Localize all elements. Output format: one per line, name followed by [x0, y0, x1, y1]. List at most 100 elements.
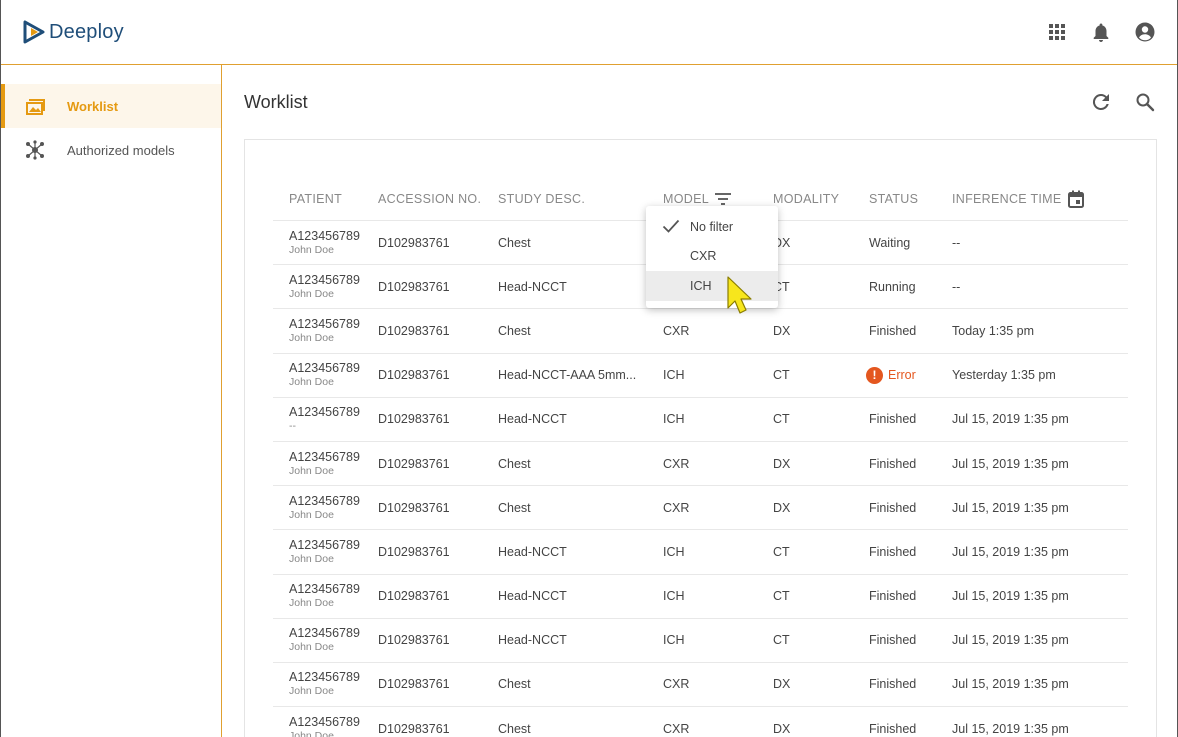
- patient-name: John Doe: [289, 552, 334, 565]
- page-title: Worklist: [244, 92, 308, 112]
- patient-id: A123456789: [289, 405, 360, 420]
- model-cell: ICH: [663, 544, 685, 559]
- patient-cell: A123456789 John Doe: [273, 582, 378, 610]
- table-row[interactable]: A123456789 John Doe D102983761 Head-NCCT-AA…: [273, 354, 1128, 398]
- status-cell: Finished: [869, 633, 917, 648]
- patient-cell: A123456789 John Doe: [273, 715, 378, 737]
- sidebar-item-label: Worklist: [67, 98, 119, 114]
- accession-cell: D102983761: [378, 589, 450, 604]
- filter-option-label: ICH: [690, 278, 712, 293]
- header-study[interactable]: STUDY DESC.: [498, 192, 663, 206]
- patient-name: --: [289, 420, 296, 433]
- inference-time-cell: Jul 15, 2019 1:35 pm: [952, 633, 1069, 648]
- patient-id: A123456789: [289, 272, 360, 287]
- patient-cell: A123456789 John Doe: [273, 229, 378, 257]
- status-cell: Finished: [869, 323, 917, 338]
- patient-name: John Doe: [289, 597, 334, 610]
- search-icon[interactable]: [1135, 92, 1155, 112]
- patient-name: John Doe: [289, 376, 334, 389]
- patient-cell: A123456789 John Doe: [273, 538, 378, 566]
- header-status[interactable]: STATUS: [869, 192, 952, 206]
- inference-time-cell: --: [952, 279, 961, 294]
- header-accession[interactable]: ACCESSION NO.: [378, 192, 498, 206]
- study-cell: Head-NCCT: [498, 589, 567, 604]
- header-inference-time[interactable]: INFERENCE TIME: [952, 190, 1128, 208]
- patient-id: A123456789: [289, 449, 360, 464]
- header-inference-label: INFERENCE TIME: [952, 192, 1062, 206]
- patient-cell: A123456789 John Doe: [273, 450, 378, 478]
- patient-cell: A123456789 John Doe: [273, 494, 378, 522]
- table-row[interactable]: A123456789 John Doe D102983761 Head-NCCT ICH…: [273, 619, 1128, 663]
- accession-cell: D102983761: [378, 368, 450, 383]
- filter-icon[interactable]: [714, 193, 731, 205]
- accession-cell: D102983761: [378, 323, 450, 338]
- patient-id: A123456789: [289, 493, 360, 508]
- table-row[interactable]: A123456789 John Doe D102983761 Chest CXR DX Fi…: [273, 486, 1128, 531]
- calendar-icon[interactable]: [1067, 190, 1084, 208]
- table-row[interactable]: A123456789 John Doe D102983761 Chest CXR DX Fi…: [273, 663, 1128, 708]
- sidebar-item-label: Authorized models: [67, 142, 175, 158]
- patient-name: John Doe: [289, 243, 334, 256]
- account-icon[interactable]: [1135, 22, 1155, 42]
- header-modality[interactable]: MODALITY: [773, 192, 869, 206]
- filter-option-label: CXR: [690, 249, 717, 264]
- status-cell: Finished: [869, 500, 917, 515]
- status-error: ! Error: [866, 366, 916, 384]
- table-row[interactable]: A123456789 John Doe D102983761 Chest CXR DX Fi…: [273, 309, 1128, 354]
- accession-cell: D102983761: [378, 544, 450, 559]
- inference-time-cell: Jul 15, 2019 1:35 pm: [952, 721, 1069, 736]
- sidebar-item-authorized-models[interactable]: Authorized models: [1, 128, 221, 172]
- modality-cell: DX: [773, 500, 791, 515]
- patient-id: A123456789: [289, 626, 360, 641]
- filter-option-no-filter[interactable]: No filter: [646, 212, 778, 242]
- study-cell: Chest: [498, 500, 531, 515]
- app-logo[interactable]: Deeploy: [23, 20, 124, 44]
- inference-time-cell: Jul 15, 2019 1:35 pm: [952, 589, 1069, 604]
- status-cell: Finished: [869, 721, 917, 736]
- model-filter-menu: No filter CXR ICH: [646, 206, 778, 308]
- accession-cell: D102983761: [378, 279, 450, 294]
- patient-cell: A123456789 John Doe: [273, 626, 378, 654]
- study-cell: Head-NCCT: [498, 412, 567, 427]
- header-model[interactable]: MODEL: [663, 192, 773, 206]
- status-cell: Waiting: [869, 235, 911, 250]
- modality-cell: CT: [773, 368, 790, 383]
- model-cell: CXR: [663, 500, 690, 515]
- model-cell: CXR: [663, 677, 690, 692]
- inference-time-cell: Jul 15, 2019 1:35 pm: [952, 544, 1069, 559]
- patient-id: A123456789: [289, 714, 360, 729]
- patient-id: A123456789: [289, 316, 360, 331]
- models-icon: [26, 140, 44, 160]
- inference-time-cell: Jul 15, 2019 1:35 pm: [952, 412, 1069, 427]
- inference-time-cell: Jul 15, 2019 1:35 pm: [952, 677, 1069, 692]
- check-icon: [662, 219, 680, 233]
- accession-cell: D102983761: [378, 677, 450, 692]
- app-window: Deeploy Worklist Authorized models Workl…: [0, 0, 1178, 737]
- accession-cell: D102983761: [378, 412, 450, 427]
- accession-cell: D102983761: [378, 235, 450, 250]
- accession-cell: D102983761: [378, 633, 450, 648]
- table-row[interactable]: A123456789 John Doe D102983761 Chest CXR DX Fi…: [273, 707, 1128, 737]
- filter-option-cxr[interactable]: CXR: [646, 242, 778, 272]
- modality-cell: DX: [773, 235, 791, 250]
- table-row[interactable]: A123456789 John Doe D102983761 Head-NCCT ICH…: [273, 575, 1128, 619]
- table-row[interactable]: A123456789 John Doe D102983761 Head-NCCT ICH…: [273, 530, 1128, 575]
- mouse-cursor-icon: [727, 276, 752, 314]
- refresh-icon[interactable]: [1091, 92, 1111, 112]
- accession-cell: D102983761: [378, 456, 450, 471]
- bell-icon[interactable]: [1091, 22, 1111, 42]
- study-cell: Chest: [498, 456, 531, 471]
- table-row[interactable]: A123456789 -- D102983761 Head-NCCT ICH CT Fini…: [273, 398, 1128, 442]
- table-row[interactable]: A123456789 John Doe D102983761 Chest CXR DX Fi…: [273, 442, 1128, 487]
- filter-option-ich[interactable]: ICH: [646, 271, 778, 301]
- model-cell: ICH: [663, 633, 685, 648]
- patient-id: A123456789: [289, 361, 360, 376]
- apps-grid-icon[interactable]: [1047, 22, 1067, 42]
- modality-cell: CT: [773, 633, 790, 648]
- header-patient[interactable]: PATIENT: [273, 192, 378, 206]
- sidebar-item-worklist[interactable]: Worklist: [1, 84, 221, 128]
- patient-name: John Doe: [289, 729, 334, 737]
- inference-time-cell: Jul 15, 2019 1:35 pm: [952, 500, 1069, 515]
- study-cell: Head-NCCT: [498, 633, 567, 648]
- model-cell: ICH: [663, 412, 685, 427]
